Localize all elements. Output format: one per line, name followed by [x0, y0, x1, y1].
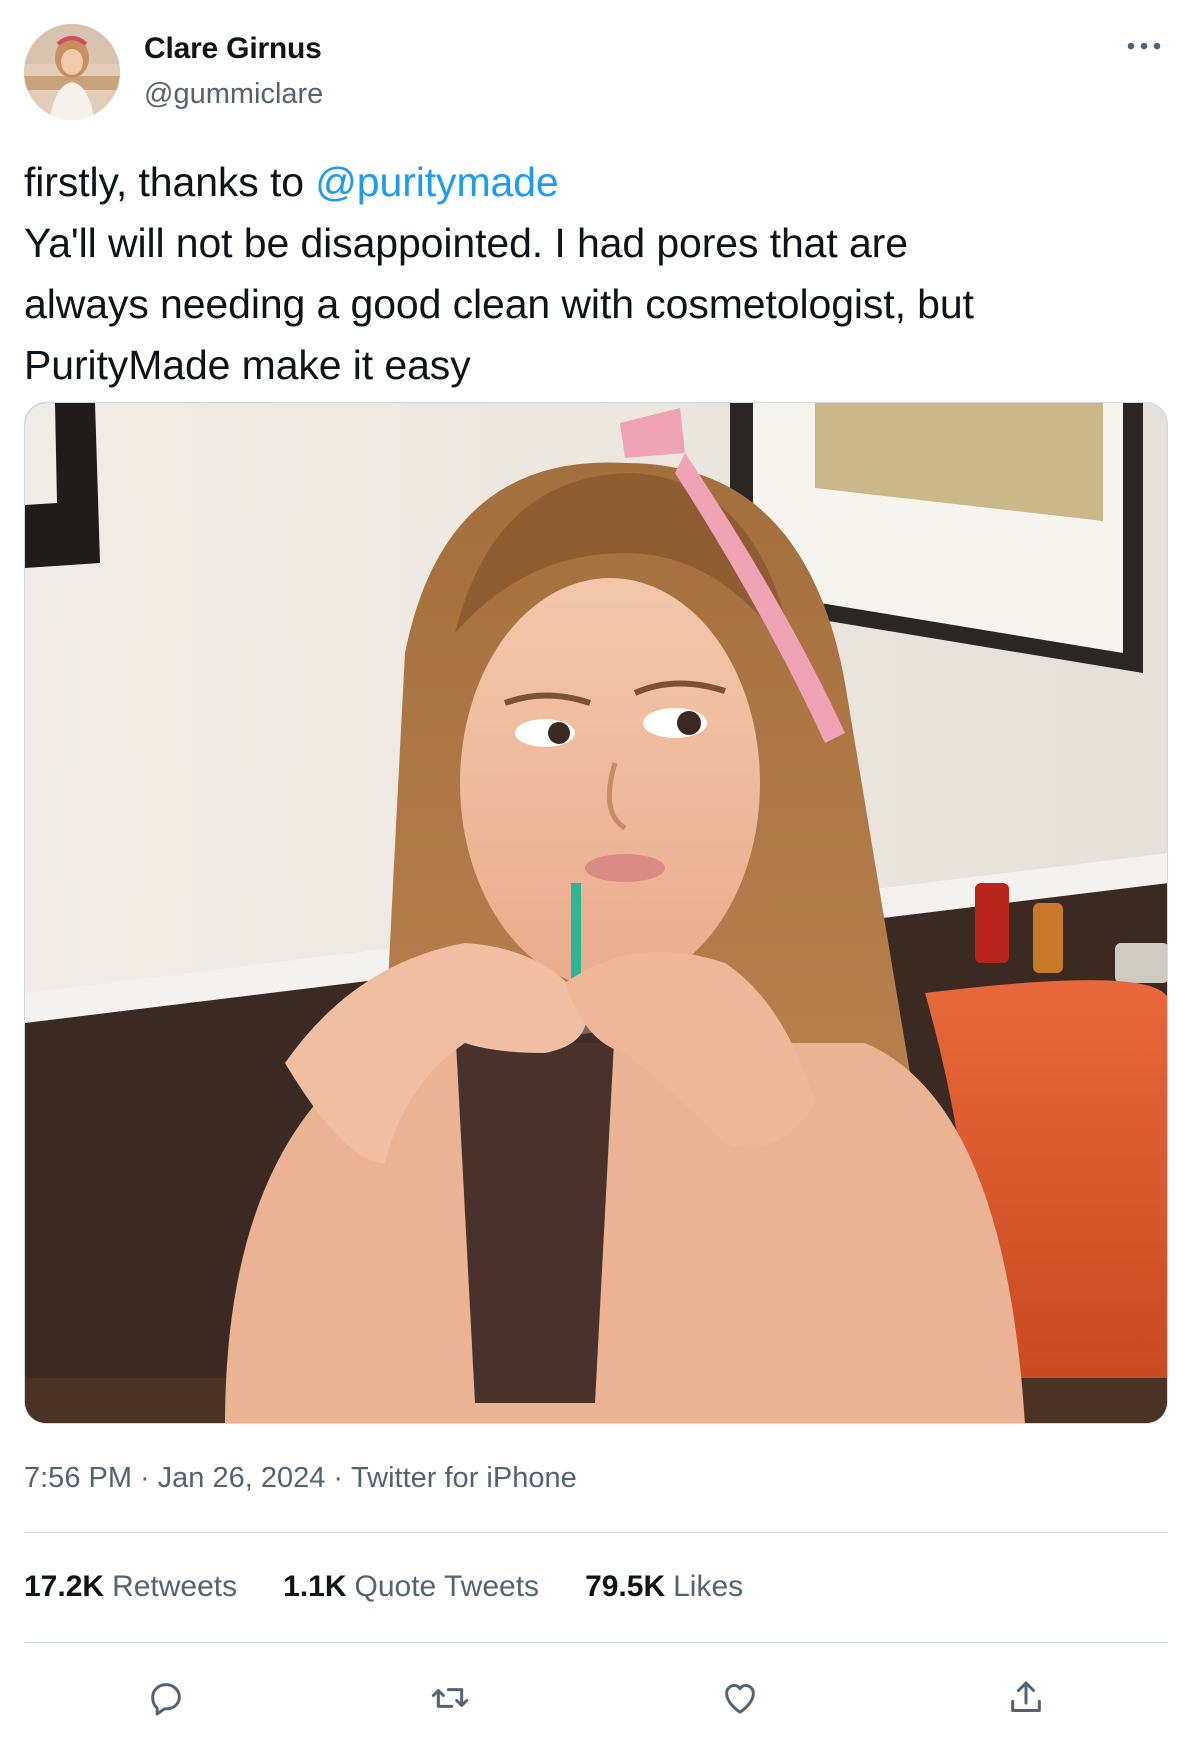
author-handle[interactable]: @gummiclare — [144, 78, 323, 111]
tweet-text-line-4: PurityMade make it easy — [24, 342, 471, 388]
share-icon — [1011, 1681, 1041, 1712]
author-name[interactable]: Clare Girnus — [144, 32, 322, 66]
share-button[interactable] — [996, 1668, 1056, 1728]
retweets-stat[interactable]: 17.2K Retweets — [24, 1570, 237, 1604]
quote-tweets-label: Quote Tweets — [354, 1570, 540, 1603]
meta-separator: · — [140, 1462, 150, 1494]
tweet-date[interactable]: Jan 26, 2024 — [158, 1462, 326, 1494]
tweet-source[interactable]: Twitter for iPhone — [351, 1462, 577, 1494]
tweet-text: firstly, thanks to @puritymade Ya'll wil… — [24, 152, 1154, 396]
tweet: Clare Girnus @gummiclare firstly, thanks… — [0, 0, 1192, 1764]
tweet-photo[interactable] — [24, 402, 1168, 1424]
tweet-meta: 7:56 PM · Jan 26, 2024 · Twitter for iPhone — [24, 1462, 577, 1495]
tweet-time[interactable]: 7:56 PM — [24, 1462, 132, 1494]
retweets-label: Retweets — [112, 1570, 238, 1603]
mention-link[interactable]: @puritymade — [315, 159, 558, 205]
reply-button[interactable] — [136, 1668, 196, 1728]
reply-icon — [151, 1683, 181, 1716]
retweet-button[interactable] — [420, 1668, 480, 1728]
divider-bottom — [24, 1642, 1168, 1643]
likes-stat[interactable]: 79.5K Likes — [585, 1570, 743, 1604]
avatar-image — [24, 24, 120, 120]
likes-label: Likes — [673, 1570, 744, 1603]
likes-count: 79.5K — [585, 1570, 666, 1603]
quote-tweets-count: 1.1K — [283, 1570, 347, 1603]
divider-top — [24, 1532, 1168, 1533]
retweet-icon — [431, 1688, 469, 1708]
heart-icon — [725, 1684, 755, 1714]
meta-separator: · — [333, 1462, 344, 1494]
photo-illustration — [25, 403, 1167, 1423]
retweets-count: 17.2K — [24, 1570, 105, 1603]
quote-tweets-stat[interactable]: 1.1K Quote Tweets — [283, 1570, 539, 1604]
tweet-text-prefix: firstly, thanks to — [24, 159, 316, 205]
tweet-text-line-1: firstly, thanks to @puritymade — [24, 152, 1154, 213]
tweet-stats: 17.2K Retweets 1.1K Quote Tweets 79.5K Like… — [24, 1570, 743, 1604]
avatar[interactable] — [24, 24, 120, 120]
like-button[interactable] — [710, 1668, 770, 1728]
tweet-text-line-2: Ya'll will not be disappointed. I had po… — [24, 220, 908, 266]
more-dots-icon — [1127, 42, 1161, 50]
tweet-text-line-3: always needing a good clean with cosmeto… — [24, 281, 974, 327]
more-button[interactable] — [1118, 26, 1170, 66]
